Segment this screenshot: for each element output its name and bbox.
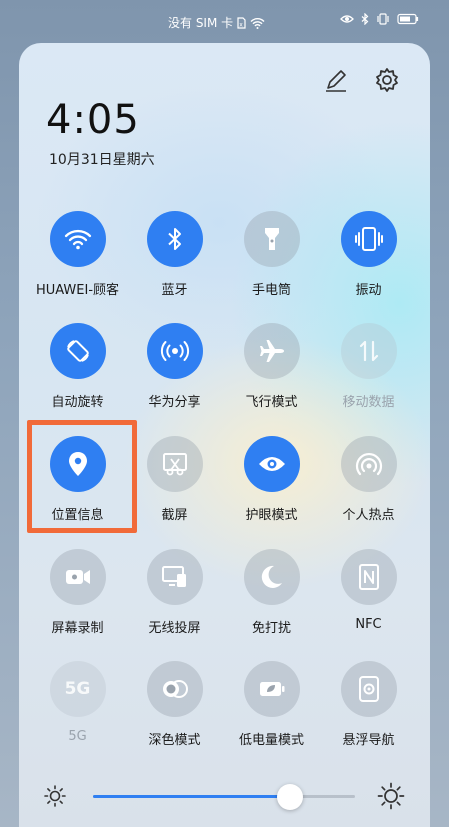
bluetooth-icon [146, 211, 203, 267]
tile-label: 免打扰 [251, 621, 291, 636]
tile-mobile-data[interactable]: 移动数据 [320, 323, 417, 410]
battery-icon [397, 13, 419, 25]
clock-date: 10月31日星期六 [49, 152, 155, 168]
tile-label: 深色模式 [148, 733, 201, 748]
tile-label: 无线投屏 [148, 621, 201, 636]
screen-record-icon [49, 549, 106, 605]
tile-battery-saver[interactable]: 低电量模式 [223, 661, 320, 748]
huawei-share-icon [146, 323, 203, 379]
tile-label: HUAWEI-顾客 [35, 283, 120, 298]
gear-icon[interactable] [372, 65, 402, 95]
tile-label: 华为分享 [148, 395, 201, 410]
auto-rotate-icon [49, 323, 106, 379]
flashlight-icon [243, 211, 300, 267]
tile-screen-record[interactable]: 屏幕录制 [29, 549, 126, 636]
tile-label: 悬浮导航 [342, 733, 395, 748]
status-center: 没有 SIM 卡 x [168, 14, 265, 31]
svg-text:x: x [239, 21, 243, 28]
brightness-fill [93, 795, 290, 798]
tile-wireless-projection[interactable]: 无线投屏 [126, 549, 223, 636]
tile-do-not-disturb[interactable]: 免打扰 [223, 549, 320, 636]
airplane-icon [243, 323, 300, 379]
status-right [340, 13, 419, 25]
5g-icon: 5G [49, 661, 106, 717]
tile-flashlight[interactable]: 手电筒 [223, 211, 320, 298]
tile-label: NFC [355, 617, 382, 632]
tile-label: 护眼模式 [245, 508, 298, 523]
tile-dark-mode[interactable]: 深色模式 [126, 661, 223, 748]
tile-label: 自动旋转 [51, 395, 104, 410]
bluetooth-icon [361, 13, 369, 25]
tile-airplane[interactable]: 飞行模式 [223, 323, 320, 410]
tile-label: 手电筒 [251, 283, 291, 298]
tile-label: 低电量模式 [238, 733, 304, 748]
tile-bluetooth[interactable]: 蓝牙 [126, 211, 223, 298]
battery-saver-icon [243, 661, 300, 717]
tile-screenshot[interactable]: 截屏 [126, 436, 223, 523]
status-bar: 没有 SIM 卡 x [0, 0, 449, 40]
tile-auto-rotate[interactable]: 自动旋转 [29, 323, 126, 410]
carrier-text: 没有 SIM 卡 [168, 16, 234, 30]
sim-icon: x [237, 16, 246, 29]
brightness-high-icon [377, 782, 405, 810]
tile-floating-navigation[interactable]: 悬浮导航 [320, 661, 417, 748]
moon-icon [243, 549, 300, 605]
5g-icon-text: 5G [64, 679, 91, 699]
brightness-row [19, 778, 430, 818]
mobile-data-icon [340, 323, 397, 379]
brightness-low-icon [44, 785, 66, 807]
eye-comfort-icon [243, 436, 300, 492]
tile-hotspot[interactable]: 个人热点 [320, 436, 417, 523]
hotspot-icon [340, 436, 397, 492]
brightness-slider[interactable] [93, 795, 355, 798]
screenshot-icon [146, 436, 203, 492]
tile-label: 5G [68, 729, 87, 744]
tile-label: 振动 [355, 283, 382, 298]
quick-settings-panel: 4:05 10月31日星期六 HUAWEI-顾客 蓝牙 手电筒 振动 自动旋转 [19, 43, 430, 827]
location-highlight-box [27, 420, 137, 533]
tile-label: 个人热点 [342, 508, 395, 523]
vibrate-icon [340, 211, 397, 267]
wifi-icon [250, 17, 265, 29]
tile-label: 移动数据 [342, 395, 395, 410]
dark-mode-icon [146, 661, 203, 717]
tile-eye-comfort[interactable]: 护眼模式 [223, 436, 320, 523]
clock-time: 4:05 [46, 97, 140, 143]
pencil-icon[interactable] [321, 65, 351, 95]
tile-huawei-share[interactable]: 华为分享 [126, 323, 223, 410]
tile-label: 飞行模式 [245, 395, 298, 410]
tile-label: 截屏 [161, 508, 188, 523]
wifi-icon [49, 211, 106, 267]
brightness-thumb[interactable] [276, 784, 303, 810]
tile-vibrate[interactable]: 振动 [320, 211, 417, 298]
wireless-projection-icon [146, 549, 203, 605]
nfc-icon [340, 549, 397, 605]
tile-label: 蓝牙 [161, 283, 188, 298]
vibrate-icon [377, 13, 389, 25]
eye-icon [340, 15, 354, 23]
tile-5g[interactable]: 5G 5G [29, 661, 126, 744]
tile-wifi[interactable]: HUAWEI-顾客 [29, 211, 126, 298]
floating-navigation-icon [340, 661, 397, 717]
tile-label: 屏幕录制 [51, 621, 104, 636]
tile-nfc[interactable]: NFC [320, 549, 417, 632]
